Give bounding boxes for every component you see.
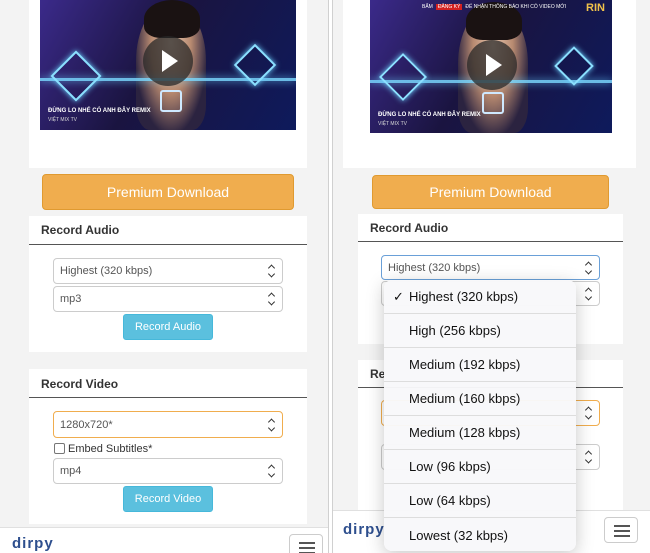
chevron-updown-icon <box>268 466 276 477</box>
dropdown-option[interactable]: Low (96 kbps) <box>384 450 576 484</box>
video-song-title: ĐỪNG LO NHÉ CÓ ANH ĐÂY REMIX <box>378 112 481 118</box>
video-song-title: ĐỪNG LO NHÉ CÓ ANH ĐÂY REMIX <box>48 108 151 114</box>
hamburger-menu-icon[interactable] <box>604 517 638 543</box>
embed-subtitles-checkbox[interactable] <box>54 443 65 454</box>
audio-format-select[interactable]: mp3 <box>53 286 283 312</box>
dropdown-option[interactable]: Lowest (32 kbps) <box>384 518 576 551</box>
chevron-updown-icon <box>268 294 276 305</box>
brand-logo[interactable]: dirpy <box>12 535 54 552</box>
checkmark-icon: ✓ <box>393 288 404 304</box>
play-icon[interactable] <box>467 40 517 90</box>
corner-channel-logo: RIN <box>586 2 605 14</box>
video-thumbnail[interactable]: BẤM ĐĂNG KÝ ĐỂ NHẬN THÔNG BÁO KHI CÓ VIDEO… <box>370 0 612 133</box>
video-thumbnail[interactable]: ĐỪNG LO NHÉ CÓ ANH ĐÂY REMIX VIỆT MIX TV <box>40 0 296 130</box>
audio-quality-select[interactable]: Highest (320 kbps) <box>53 258 283 284</box>
dropdown-option[interactable]: ✓ Highest (320 kbps) <box>384 280 576 314</box>
record-video-heading: Record Video <box>41 377 119 391</box>
dropdown-option[interactable]: Medium (192 kbps) <box>384 348 576 382</box>
audio-quality-select[interactable]: Highest (320 kbps) <box>381 255 600 280</box>
dropdown-option[interactable]: High (256 kbps) <box>384 314 576 348</box>
record-audio-button[interactable]: Record Audio <box>123 314 213 340</box>
bottom-navbar: dirpy <box>0 527 328 553</box>
video-cube-logo <box>160 90 182 112</box>
chevron-updown-icon <box>268 266 276 277</box>
video-channel: VIỆT MIX TV <box>378 121 407 127</box>
chevron-updown-icon <box>585 262 593 273</box>
audio-format-value: mp3 <box>60 293 82 305</box>
screenshot-stage: ĐỪNG LO NHÉ CÓ ANH ĐÂY REMIX VIỆT MIX TV… <box>0 0 650 553</box>
video-format-select[interactable]: mp4 <box>53 458 283 484</box>
chevron-updown-icon <box>585 452 593 463</box>
left-phone-pane: ĐỪNG LO NHÉ CÓ ANH ĐÂY REMIX VIỆT MIX TV… <box>0 0 328 553</box>
premium-download-button[interactable]: Premium Download <box>42 174 294 210</box>
video-resolution-value: 1280x720* <box>60 418 113 431</box>
dropdown-option[interactable]: Medium (160 kbps) <box>384 382 576 416</box>
video-subscribe-banner: BẤM ĐĂNG KÝ ĐỂ NHẬN THÔNG BÁO KHI CÓ VIDEO… <box>422 4 566 10</box>
video-hair <box>144 0 200 38</box>
premium-download-button[interactable]: Premium Download <box>372 175 609 209</box>
chevron-updown-icon <box>585 408 593 419</box>
dropdown-option[interactable]: Medium (128 kbps) <box>384 416 576 450</box>
dropdown-option[interactable]: Low (64 kbps) <box>384 484 576 518</box>
right-phone-pane: BẤM ĐĂNG KÝ ĐỂ NHẬN THÔNG BÁO KHI CÓ VIDEO… <box>333 0 650 553</box>
video-format-value: mp4 <box>60 465 82 477</box>
play-icon[interactable] <box>143 36 193 86</box>
embed-subtitles-label[interactable]: Embed Subtitles* <box>68 443 152 455</box>
chevron-updown-icon <box>268 419 276 430</box>
video-resolution-select[interactable]: 1280x720* <box>53 411 283 438</box>
audio-quality-value: Highest (320 kbps) <box>60 265 153 277</box>
record-audio-heading: Record Audio <box>41 223 120 237</box>
video-cube-logo <box>482 92 504 114</box>
audio-quality-value: Highest (320 kbps) <box>388 261 481 274</box>
record-audio-heading: Record Audio <box>370 221 449 235</box>
brand-logo[interactable]: dirpy <box>343 521 385 538</box>
hamburger-menu-icon[interactable] <box>289 534 323 553</box>
record-video-button[interactable]: Record Video <box>123 486 213 512</box>
chevron-updown-icon <box>585 288 593 299</box>
audio-quality-dropdown: ✓ Highest (320 kbps) High (256 kbps) Med… <box>384 280 576 551</box>
video-channel: VIỆT MIX TV <box>48 117 77 123</box>
